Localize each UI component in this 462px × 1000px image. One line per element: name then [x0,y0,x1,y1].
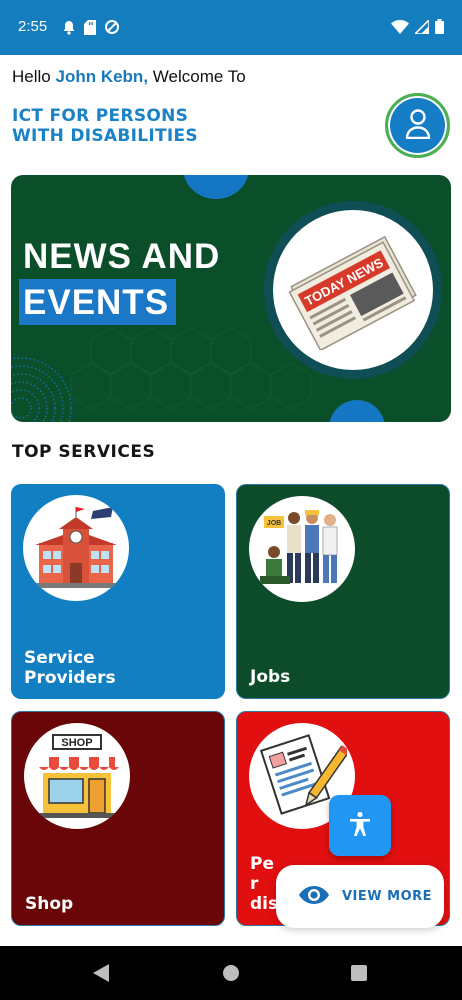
battery-icon [435,19,444,38]
app-title-line1: ICT FOR PERSONS [12,106,189,126]
newspaper-icon: TODAY NEWS [288,235,417,350]
view-more-label: VIEW MORE [342,889,433,904]
greeting-text: Hello John Kebn, Welcome To [12,67,246,87]
notification-bell-icon [62,20,76,39]
app-title-line2: WITH DISABILITIES [12,126,198,146]
service-providers-card[interactable]: Service Providers [11,484,225,699]
job-sign-text: JOB [267,520,281,527]
greeting-suffix: Welcome To [152,67,246,86]
status-bar: 2:55 [0,0,462,55]
back-icon[interactable] [93,964,109,986]
view-more-button[interactable]: VIEW MORE [276,865,444,928]
service-providers-label: Service Providers [24,648,116,688]
profile-button[interactable] [385,93,450,158]
status-time: 2:55 [18,18,48,35]
wifi-icon [391,19,409,38]
shop-sign-text: SHOP [61,737,92,749]
recents-icon[interactable] [351,965,367,981]
data-saver-icon [104,19,120,39]
person-icon [405,108,431,143]
shop-card[interactable]: SHOP Shop [11,711,225,926]
school-building-icon [35,507,117,588]
shop-label: Shop [25,894,74,914]
jobs-card[interactable]: JOB Jobs [236,484,450,699]
system-nav-bar [0,946,462,1000]
sd-card-icon [84,19,96,39]
workers-icon: JOB [260,510,338,584]
banner-title-line2: EVENTS [19,279,177,325]
shop-icon: SHOP [39,734,119,818]
jobs-label: Jobs [250,667,291,687]
top-services-title: TOP SERVICES [12,442,156,462]
news-events-banner[interactable]: NEWS AND EVENTS TODAY NEWS [11,175,451,422]
home-icon[interactable] [223,965,239,981]
newspaper-frame: TODAY NEWS [264,201,442,379]
app-title: ICT FOR PERSONS WITH DISABILITIES [12,106,198,146]
username: John Kebn, [55,67,149,86]
signal-icon [413,18,430,38]
eye-icon [298,884,330,910]
banner-title-line1: NEWS AND [23,237,221,276]
accessibility-icon [348,811,372,841]
greeting-prefix: Hello [12,67,51,86]
accessibility-button[interactable] [329,795,391,856]
